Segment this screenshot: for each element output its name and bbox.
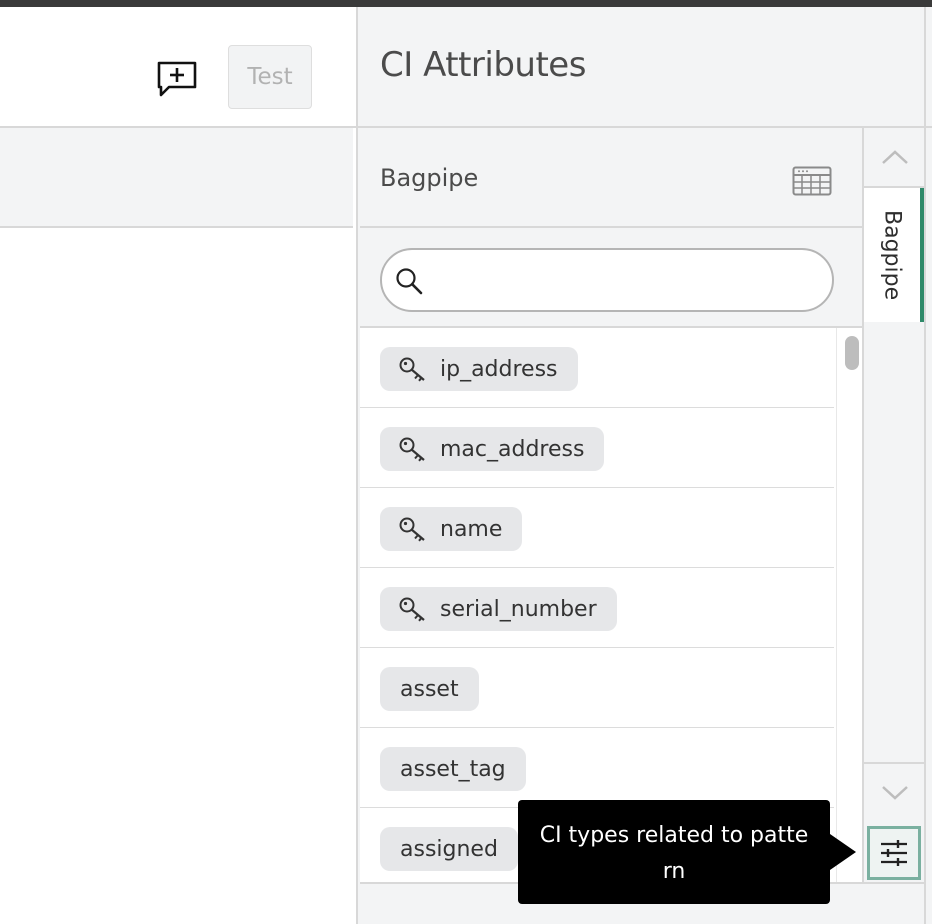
ci-attributes-panel: CI Attributes Bagpipe ip_address mac_addr…	[356, 7, 932, 924]
main-header: Test	[0, 7, 357, 128]
tab-label: Bagpipe	[879, 209, 905, 301]
divider	[924, 7, 926, 924]
list-item: asset	[360, 648, 834, 728]
search-field[interactable]	[380, 248, 834, 312]
attribute-chip[interactable]: name	[380, 507, 523, 551]
add-comment-button[interactable]	[155, 60, 199, 98]
chevron-down-icon	[882, 786, 908, 800]
search-input[interactable]	[432, 258, 822, 302]
section-title: Bagpipe	[380, 164, 479, 192]
table-icon[interactable]	[792, 166, 832, 196]
list-item: ip_address	[360, 328, 834, 408]
panel-title: CI Attributes	[380, 45, 586, 85]
tab-bagpipe[interactable]: Bagpipe	[864, 188, 924, 322]
ci-types-filter-button[interactable]	[867, 826, 921, 880]
attribute-chip[interactable]: mac_address	[380, 427, 605, 471]
attribute-label: asset	[400, 676, 459, 702]
list-item: asset_tag	[360, 728, 834, 808]
attribute-label: serial_number	[440, 596, 597, 622]
key-icon	[399, 437, 425, 462]
attribute-chip[interactable]: asset_tag	[380, 747, 526, 791]
tab-rail: Bagpipe	[864, 128, 926, 884]
sliders-icon	[881, 840, 907, 866]
list-item: mac_address	[360, 408, 834, 488]
attribute-chip[interactable]: ip_address	[380, 347, 578, 391]
list-item: name	[360, 488, 834, 568]
attribute-label: asset_tag	[400, 756, 506, 782]
add-comment-icon	[157, 61, 197, 97]
main-subheader	[0, 128, 353, 228]
attribute-label: assigned	[400, 836, 498, 862]
rail-down-button[interactable]	[864, 762, 926, 822]
chevron-up-icon	[882, 150, 908, 164]
tooltip: CI types related to pattern	[518, 800, 830, 904]
list-item: serial_number	[360, 568, 834, 648]
attribute-chip[interactable]: assigned	[380, 827, 518, 871]
search-icon	[396, 268, 423, 295]
rail-up-button[interactable]	[864, 128, 926, 188]
scrollbar[interactable]	[836, 328, 862, 884]
scroll-thumb[interactable]	[845, 336, 859, 370]
attribute-label: name	[440, 516, 503, 542]
attribute-chip[interactable]: serial_number	[380, 587, 617, 631]
key-icon	[399, 357, 425, 382]
top-bar	[0, 0, 932, 7]
tooltip-arrow	[830, 834, 856, 870]
attribute-chip[interactable]: asset	[380, 667, 479, 711]
section-header: Bagpipe	[360, 128, 864, 228]
search-row	[360, 228, 864, 328]
key-icon	[399, 517, 425, 542]
key-icon	[399, 597, 425, 622]
attribute-label: ip_address	[440, 356, 558, 382]
attribute-label: mac_address	[440, 436, 585, 462]
test-button[interactable]: Test	[228, 45, 312, 109]
